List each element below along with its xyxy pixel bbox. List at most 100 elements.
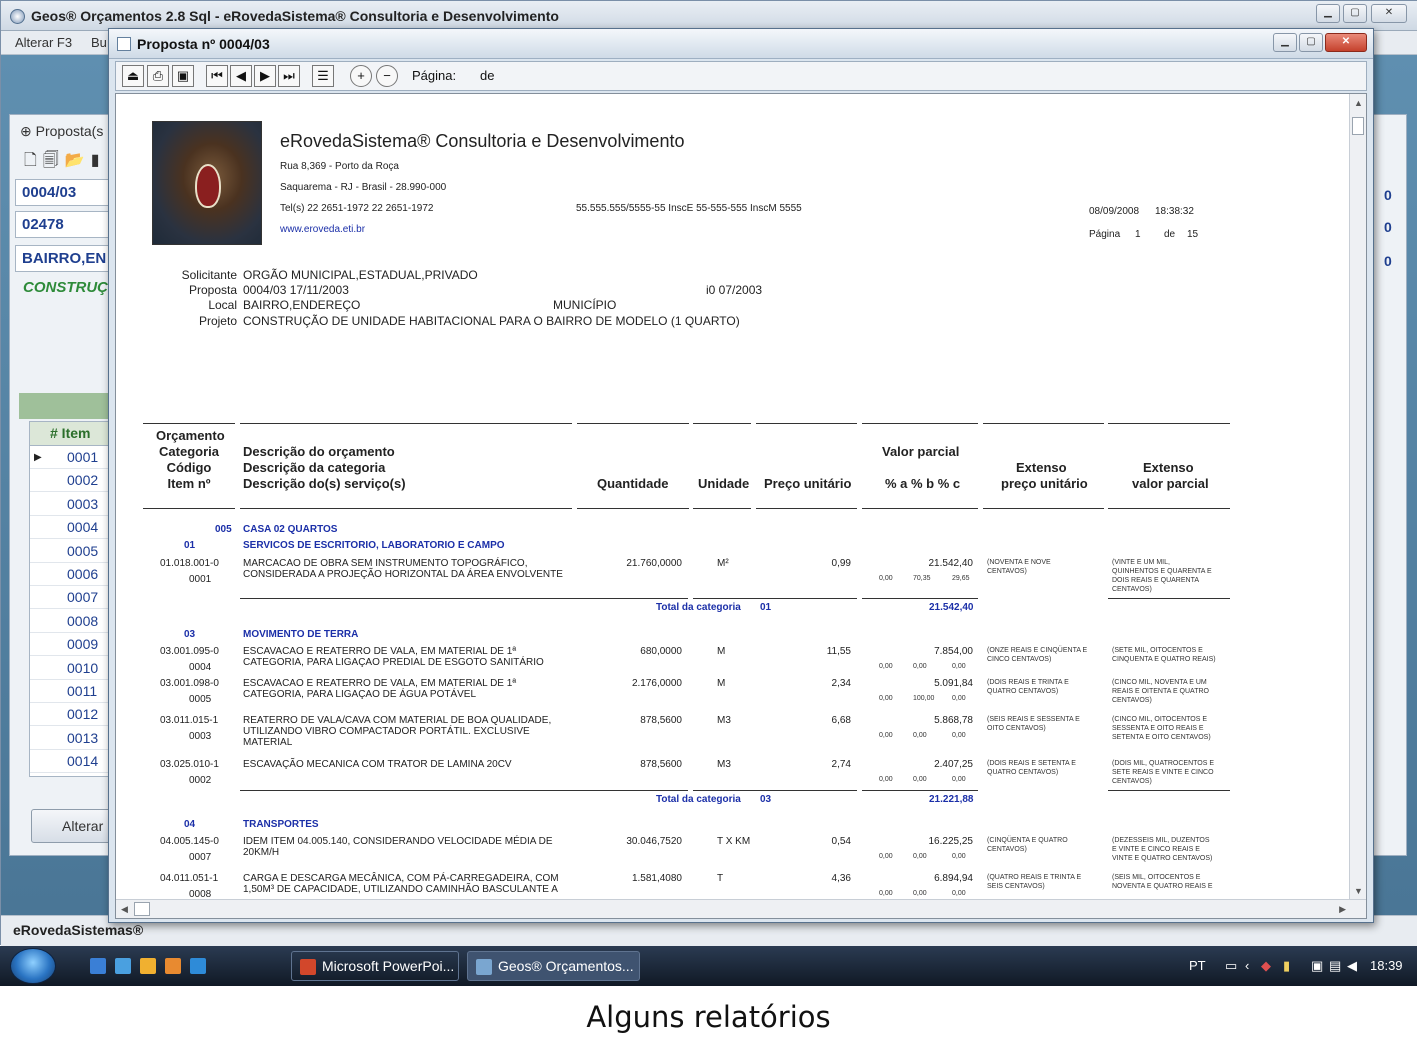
powerpoint-icon <box>300 959 316 975</box>
item-unit: M <box>717 646 726 657</box>
header-desc-orcamento: Descrição do orçamento <box>243 444 395 459</box>
vertical-scrollbar[interactable]: ▲ ▼ <box>1349 94 1366 900</box>
total-category-code: 03 <box>760 794 772 805</box>
internet-explorer-icon[interactable] <box>190 958 206 974</box>
category-name: TRANSPORTES <box>243 819 319 830</box>
item-extenso-preco: (DOIS REAIS E TRINTA E <box>987 679 1069 686</box>
report-page-viewport[interactable]: eRovedaSistema® Consultoria e Desenvolvi… <box>115 93 1367 919</box>
media-player-icon[interactable] <box>140 958 156 974</box>
page-setup-icon[interactable]: ☰ <box>312 65 334 87</box>
next-page-icon[interactable]: ▶ <box>254 65 276 87</box>
of-label: de <box>480 68 495 83</box>
prev-page-icon[interactable]: ◀ <box>230 65 252 87</box>
item-pct-c: 29,65 <box>952 575 970 582</box>
menu-alterar[interactable]: Alterar F3 <box>15 35 72 50</box>
firefox-icon[interactable] <box>165 958 181 974</box>
clock[interactable]: 18:39 <box>1370 958 1403 973</box>
task-geos[interactable]: Geos® Orçamentos... <box>467 951 640 981</box>
item-value: 2.407,25 <box>934 759 973 770</box>
task-powerpoint[interactable]: Microsoft PowerPoi... <box>291 951 459 981</box>
item-code: 04.011.051-1 <box>160 873 219 884</box>
solicitante-label: Solicitante <box>181 268 237 282</box>
item-code: 04.005.145-0 <box>160 836 219 847</box>
item-pct-b: 100,00 <box>913 695 935 702</box>
category-code: 01 <box>184 540 196 551</box>
last-page-icon[interactable]: ⏭ <box>278 65 300 87</box>
horizontal-scrollbar[interactable]: ◀ ▶ <box>116 899 1366 918</box>
item-quantity: 2.176,0000 <box>631 678 682 689</box>
header-bottom-rule <box>1108 508 1230 509</box>
item-unit: T X KM <box>717 836 751 847</box>
item-extenso-valor: DOIS REAIS E QUARENTA <box>1112 577 1199 584</box>
scroll-thumb[interactable] <box>134 902 150 916</box>
header-extenso-preco: Extenso <box>1016 460 1067 475</box>
status-text: eRovedaSistemas® <box>13 922 144 938</box>
tray-app-icon[interactable]: ◆ <box>1261 958 1271 974</box>
volume-icon[interactable]: ◀ <box>1347 958 1357 974</box>
scroll-left-icon[interactable]: ◀ <box>121 904 128 915</box>
item-code: 03.011.015-1 <box>160 715 219 726</box>
item-value: 5.868,78 <box>934 715 973 726</box>
company-docs: 55.555.555/5555-55 InscE 55-555-555 Insc… <box>576 203 802 214</box>
minimize-icon[interactable]: ▁ <box>1316 4 1340 23</box>
monitor-icon[interactable]: ▤ <box>1329 958 1341 974</box>
zoom-in-icon[interactable]: + <box>350 65 372 87</box>
item-extenso-valor: (SETE MIL, OITOCENTOS E <box>1112 647 1203 654</box>
orcamento-description: CASA 02 QUARTOS <box>243 524 338 535</box>
item-extenso-valor: SESSENTA E OITO REAIS E <box>1112 725 1204 732</box>
scroll-right-icon[interactable]: ▶ <box>1339 904 1346 915</box>
item-extenso-valor: CENTAVOS) <box>1112 778 1152 785</box>
print-icon[interactable]: ⎙ <box>147 65 169 87</box>
dialog-minimize-icon[interactable]: ▁ <box>1273 33 1297 52</box>
item-code: 01.018.001-0 <box>160 558 219 569</box>
report-page-label: Página <box>1089 229 1121 240</box>
item-quantity: 1.581,4080 <box>631 873 682 884</box>
save-icon[interactable]: ▣ <box>172 65 194 87</box>
header-top-rule <box>240 423 572 424</box>
tray-expand-icon[interactable]: ‹ <box>1245 958 1249 973</box>
total-value: 21.221,88 <box>929 794 974 805</box>
scroll-thumb[interactable] <box>1352 117 1364 135</box>
item-code: 03.025.010-1 <box>160 759 219 770</box>
item-quantity: 21.760,0000 <box>626 558 682 569</box>
close-icon[interactable]: ✕ <box>1371 4 1407 23</box>
start-button[interactable] <box>10 948 56 984</box>
item-extenso-valor: (VINTE E UM MIL, <box>1112 559 1170 566</box>
report-page-total: 15 <box>1187 229 1199 240</box>
network-icon[interactable]: ▣ <box>1311 958 1323 974</box>
keyboard-icon[interactable]: ▭ <box>1225 958 1237 974</box>
category-name: MOVIMENTO DE TERRA <box>243 629 359 640</box>
item-extenso-valor: QUINHENTOS E QUARENTA E <box>1112 568 1212 575</box>
scroll-up-icon[interactable]: ▲ <box>1354 98 1363 108</box>
panel-toolbar[interactable]: 🗋🗐📂▮ <box>24 149 106 176</box>
menu-buscar[interactable]: Bu <box>91 35 107 50</box>
item-extenso-valor: (CINCO MIL, OITOCENTOS E <box>1112 716 1208 723</box>
page-label: Página: <box>412 68 457 83</box>
header-orcamento: Orçamento <box>156 428 225 443</box>
company-phone: Tel(s) 22 2651-1972 22 2651-1972 <box>280 203 434 214</box>
first-page-icon[interactable]: ⏮ <box>206 65 228 87</box>
item-value: 5.091,84 <box>934 678 973 689</box>
show-desktop-icon[interactable] <box>90 958 106 974</box>
app-title-bar: Geos® Orçamentos 2.8 Sql - eRovedaSistem… <box>1 1 1417 31</box>
tray-app-icon[interactable]: ▮ <box>1283 958 1290 974</box>
proposta-label: Proposta <box>188 283 237 297</box>
maximize-icon[interactable]: ▢ <box>1343 4 1367 23</box>
export-icon[interactable]: ⏏ <box>122 65 144 87</box>
company-website[interactable]: www.eroveda.eti.br <box>280 224 365 235</box>
dialog-maximize-icon[interactable]: ▢ <box>1299 33 1323 52</box>
app-icon <box>10 9 25 24</box>
explorer-icon[interactable] <box>115 958 131 974</box>
total-rule <box>862 790 978 791</box>
item-pct-b: 0,00 <box>913 776 927 783</box>
item-extenso-valor: E VINTE E CINCO REAIS E <box>1112 846 1200 853</box>
right-value: 0 <box>1384 253 1392 269</box>
item-unit-price: 6,68 <box>831 715 851 726</box>
dialog-close-icon[interactable]: ✕ <box>1325 33 1367 52</box>
item-extenso-valor: CENTAVOS) <box>1112 586 1152 593</box>
item-extenso-valor: SETE REAIS E VINTE E CINCO <box>1112 769 1214 776</box>
language-indicator[interactable]: PT <box>1189 958 1206 973</box>
zoom-out-icon[interactable]: − <box>376 65 398 87</box>
header-valor-parcial: Valor parcial <box>882 444 960 459</box>
scroll-down-icon[interactable]: ▼ <box>1354 886 1363 896</box>
